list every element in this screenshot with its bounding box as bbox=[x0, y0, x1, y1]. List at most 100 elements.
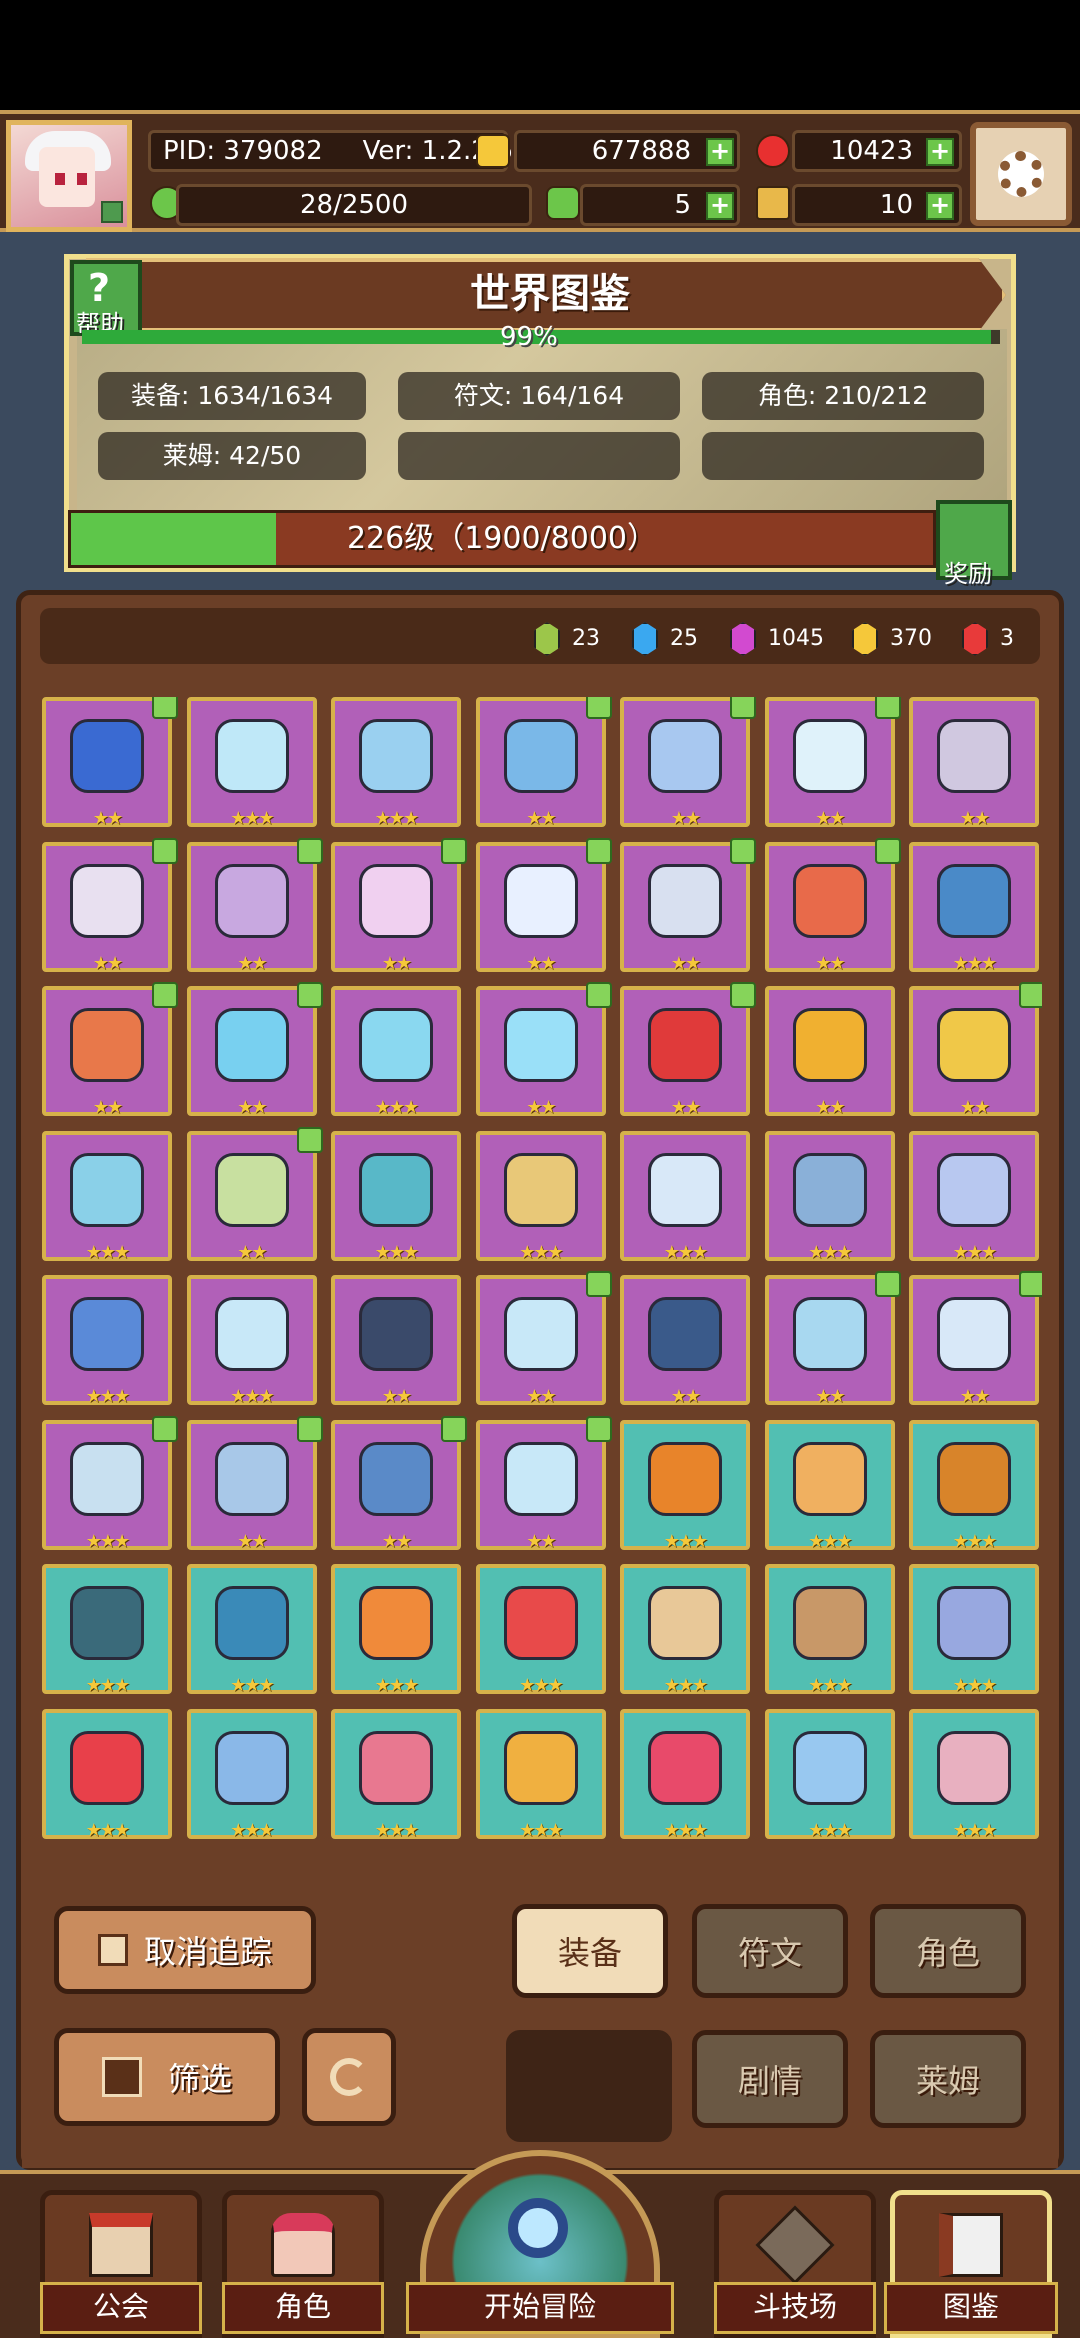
gem-count: 1045 bbox=[768, 626, 824, 651]
gold-add-button[interactable]: + bbox=[706, 138, 734, 166]
nav-start-adventure-label: 开始冒险 bbox=[406, 2282, 674, 2334]
item-card[interactable]: ★★★ bbox=[42, 1564, 172, 1696]
item-card[interactable]: ★★★ bbox=[909, 1708, 1039, 1841]
item-icon bbox=[214, 1297, 289, 1371]
item-card[interactable]: ★★ bbox=[764, 1271, 901, 1407]
item-card[interactable]: ★★ bbox=[764, 837, 901, 974]
item-card[interactable]: ★★ bbox=[331, 837, 467, 974]
tab-rune[interactable]: 符文 bbox=[692, 1904, 848, 1998]
item-stars: ★★ bbox=[237, 1530, 267, 1552]
item-icon bbox=[792, 1297, 867, 1371]
gem-count: 25 bbox=[670, 626, 698, 651]
item-card[interactable]: ★★★ bbox=[186, 1275, 317, 1407]
item-stars: ★★★ bbox=[230, 1386, 274, 1407]
item-card[interactable]: ★★ bbox=[764, 986, 895, 1118]
item-card[interactable]: ★★ bbox=[42, 837, 178, 974]
item-card[interactable]: ★★★ bbox=[764, 1419, 895, 1552]
nav-character-label: 角色 bbox=[222, 2282, 384, 2334]
avatar[interactable] bbox=[6, 120, 132, 232]
item-stars: ★★★ bbox=[374, 1097, 419, 1118]
item-card[interactable]: ★★★ bbox=[620, 1419, 750, 1552]
item-card[interactable]: ★★ bbox=[620, 1275, 750, 1407]
item-card[interactable]: ★★★ bbox=[331, 1130, 461, 1263]
item-card[interactable]: ★★★ bbox=[909, 1419, 1039, 1552]
item-card[interactable]: ★★ bbox=[186, 982, 323, 1118]
item-icon bbox=[792, 1730, 867, 1805]
item-card[interactable]: ★★★ bbox=[42, 1708, 172, 1841]
item-card[interactable]: ★★★ bbox=[475, 1130, 606, 1263]
item-stars: ★★★ bbox=[374, 1241, 419, 1263]
item-card[interactable]: ★★★ bbox=[186, 697, 317, 829]
item-card[interactable]: ★★★ bbox=[331, 697, 461, 829]
item-card[interactable]: ★★ bbox=[186, 1415, 323, 1552]
item-card[interactable]: ★★ bbox=[475, 1415, 612, 1552]
item-card[interactable]: ★★★ bbox=[909, 841, 1039, 974]
untrack-button[interactable]: 取消追踪 bbox=[54, 1906, 316, 1994]
item-card[interactable]: ★★ bbox=[42, 697, 178, 829]
reset-button[interactable] bbox=[302, 2028, 396, 2126]
item-card[interactable]: ★★ bbox=[475, 982, 612, 1118]
clover-add-button[interactable]: + bbox=[706, 192, 734, 220]
filter-button[interactable]: 筛选 bbox=[54, 2028, 280, 2126]
item-card[interactable]: ★★★ bbox=[764, 1130, 895, 1263]
tab-character[interactable]: 角色 bbox=[870, 1904, 1026, 1998]
item-card[interactable]: ★★ bbox=[909, 982, 1042, 1118]
item-icon bbox=[70, 1297, 144, 1371]
key-add-button[interactable]: + bbox=[926, 192, 954, 220]
item-stars: ★★★ bbox=[85, 1241, 130, 1263]
tab-equipment[interactable]: 装备 bbox=[512, 1904, 668, 1998]
gem-count: 370 bbox=[890, 626, 932, 651]
pid-version-pill: PID: 379082 Ver: 1.2.2.6 bbox=[148, 130, 513, 172]
item-card[interactable]: ★★★ bbox=[764, 1708, 895, 1841]
item-card[interactable]: ★★ bbox=[42, 982, 178, 1118]
player-id: PID: 379082 bbox=[163, 136, 323, 166]
tracked-thumb-icon bbox=[152, 1415, 178, 1442]
item-card[interactable]: ★★★ bbox=[909, 1564, 1039, 1696]
item-card[interactable]: ★★★ bbox=[475, 1708, 606, 1841]
item-card[interactable]: ★★★ bbox=[42, 1415, 178, 1552]
item-card[interactable]: ★★ bbox=[475, 837, 612, 974]
item-card[interactable]: ★★★ bbox=[331, 1708, 461, 1841]
top-header: PID: 379082 Ver: 1.2.2.6 677888 + 10423 … bbox=[0, 110, 1080, 232]
item-icon bbox=[214, 1152, 289, 1227]
item-card[interactable]: ★★★ bbox=[42, 1130, 172, 1263]
item-card[interactable]: ★★ bbox=[186, 1126, 323, 1263]
item-card[interactable]: ★★ bbox=[331, 1275, 461, 1407]
item-card[interactable]: ★★★ bbox=[475, 1564, 606, 1696]
item-card[interactable]: ★★★ bbox=[331, 1564, 461, 1696]
nav-guild-label: 公会 bbox=[40, 2282, 202, 2334]
item-grid[interactable]: ★★ ★★★ ★★★ ★★ ★★ ★★ ★★ ★★ ★★ ★★ ★★ ★★ ★★ ★★★ ★★ ★★ ★★★ ★★… bbox=[42, 697, 1042, 1857]
item-card[interactable]: ★★★ bbox=[909, 1130, 1039, 1263]
item-card[interactable]: ★★ bbox=[909, 1271, 1042, 1407]
item-card[interactable]: ★★ bbox=[764, 697, 901, 829]
item-card[interactable]: ★★★ bbox=[620, 1708, 750, 1841]
item-card[interactable]: ★★ bbox=[475, 697, 612, 829]
tracked-thumb-icon bbox=[441, 1415, 467, 1442]
item-stars: ★★★ bbox=[230, 1675, 274, 1696]
item-card[interactable]: ★★★ bbox=[186, 1708, 317, 1841]
settings-button[interactable] bbox=[970, 122, 1072, 226]
item-card[interactable]: ★★★ bbox=[186, 1564, 317, 1696]
item-stars: ★★ bbox=[670, 1386, 701, 1407]
item-card[interactable]: ★★★ bbox=[620, 1564, 750, 1696]
untrack-label: 取消追踪 bbox=[143, 1933, 272, 1971]
item-card[interactable]: ★★ bbox=[331, 1415, 467, 1552]
item-card[interactable]: ★★ bbox=[909, 697, 1039, 829]
item-card[interactable]: ★★★ bbox=[620, 1130, 750, 1263]
item-card[interactable]: ★★ bbox=[475, 1271, 612, 1407]
avatar-eye-right bbox=[77, 173, 87, 185]
ruby-add-button[interactable]: + bbox=[926, 138, 954, 166]
tab-story[interactable]: 剧情 bbox=[692, 2030, 848, 2128]
item-card[interactable]: ★★ bbox=[186, 837, 323, 974]
tab-rune-label: 符文 bbox=[737, 1934, 802, 1972]
tab-lime[interactable]: 莱姆 bbox=[870, 2030, 1026, 2128]
item-icon bbox=[792, 1152, 867, 1227]
item-card[interactable]: ★★★ bbox=[764, 1564, 895, 1696]
item-card[interactable]: ★★ bbox=[620, 982, 756, 1118]
item-card[interactable]: ★★★ bbox=[331, 986, 461, 1118]
nav-codex-label: 图鉴 bbox=[884, 2282, 1058, 2334]
item-card[interactable]: ★★ bbox=[620, 697, 756, 829]
item-card[interactable]: ★★ bbox=[620, 837, 756, 974]
item-card[interactable]: ★★★ bbox=[42, 1275, 172, 1407]
item-icon bbox=[70, 1730, 144, 1805]
